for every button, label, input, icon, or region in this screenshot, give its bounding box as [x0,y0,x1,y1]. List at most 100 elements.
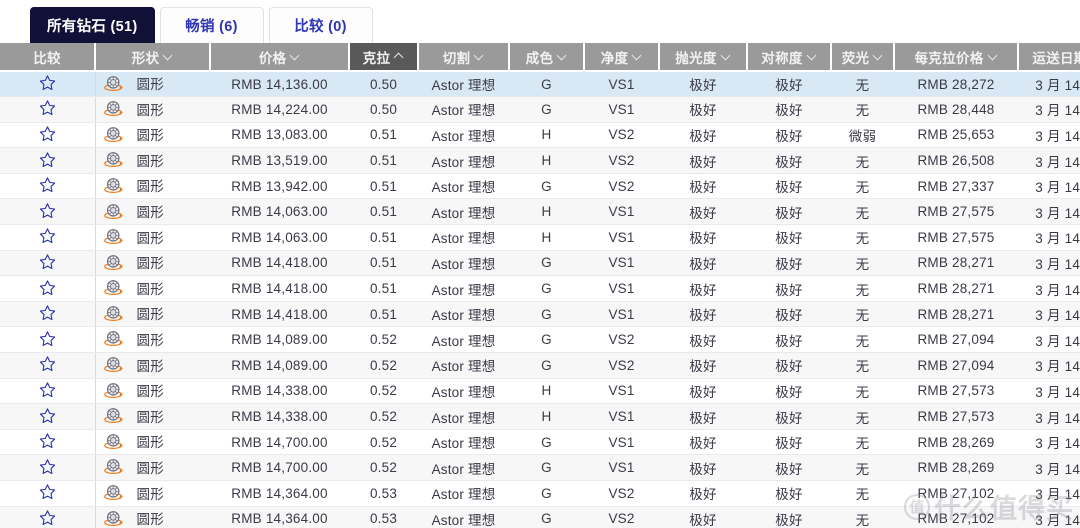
table-row[interactable]: 圆形RMB 14,136.000.50Astor 理想GVS1极好极好无RMB … [0,71,1080,97]
star-outline-icon[interactable] [39,99,56,119]
diamond-360-spin-icon[interactable] [104,203,124,220]
table-row[interactable]: 圆形RMB 14,224.000.50Astor 理想GVS1极好极好无RMB … [0,97,1080,123]
diamond-360-spin-icon[interactable] [104,126,124,143]
column-header-fluorescence[interactable]: 荧光 [831,43,894,71]
star-outline-icon[interactable] [39,151,56,171]
star-outline-icon[interactable] [39,176,56,196]
diamond-360-spin-icon[interactable] [104,458,124,475]
cell-compare[interactable] [0,276,95,302]
column-header-shape[interactable]: 形状 [95,43,210,71]
cell-compare[interactable] [0,97,95,123]
table-row[interactable]: 圆形RMB 13,942.000.51Astor 理想GVS2极好极好无RMB … [0,173,1080,199]
tab-best-sellers[interactable]: 畅销 (6) [160,7,264,43]
table-row[interactable]: 圆形RMB 14,089.000.52Astor 理想GVS2极好极好无RMB … [0,327,1080,353]
table-row[interactable]: 圆形RMB 14,063.000.51Astor 理想HVS1极好极好无RMB … [0,199,1080,225]
cell-compare[interactable] [0,71,95,97]
cell-compare[interactable] [0,327,95,353]
star-outline-icon[interactable] [39,125,56,145]
cell-shape[interactable]: 圆形 [95,225,210,251]
cell-compare[interactable] [0,429,95,455]
cell-compare[interactable] [0,225,95,251]
star-outline-icon[interactable] [39,279,56,299]
star-outline-icon[interactable] [39,432,56,452]
star-outline-icon[interactable] [39,483,56,503]
cell-shape[interactable]: 圆形 [95,481,210,507]
tab-compare[interactable]: 比较 (0) [269,7,373,43]
star-outline-icon[interactable] [39,202,56,222]
diamond-360-spin-icon[interactable] [104,228,124,245]
cell-shape[interactable]: 圆形 [95,97,210,123]
column-header-symmetry[interactable]: 对称度 [747,43,831,71]
cell-compare[interactable] [0,404,95,430]
star-outline-icon[interactable] [39,330,56,350]
diamond-360-spin-icon[interactable] [104,330,124,347]
cell-shape[interactable]: 圆形 [95,71,210,97]
diamond-360-spin-icon[interactable] [104,433,124,450]
table-row[interactable]: 圆形RMB 14,418.000.51Astor 理想GVS1极好极好无RMB … [0,301,1080,327]
cell-shape[interactable]: 圆形 [95,148,210,174]
cell-shape[interactable]: 圆形 [95,276,210,302]
column-header-color[interactable]: 成色 [509,43,584,71]
table-row[interactable]: 圆形RMB 14,364.000.53Astor 理想GVS2极好极好无RMB … [0,481,1080,507]
cell-shape[interactable]: 圆形 [95,199,210,225]
table-row[interactable]: 圆形RMB 14,418.000.51Astor 理想GVS1极好极好无RMB … [0,250,1080,276]
cell-shape[interactable]: 圆形 [95,173,210,199]
column-header-cut[interactable]: 切割 [418,43,509,71]
star-outline-icon[interactable] [39,304,56,324]
column-header-compare[interactable]: 比较 [0,43,95,71]
diamond-360-spin-icon[interactable] [104,407,124,424]
table-row[interactable]: 圆形RMB 14,063.000.51Astor 理想HVS1极好极好无RMB … [0,225,1080,251]
cell-shape[interactable]: 圆形 [95,378,210,404]
cell-compare[interactable] [0,173,95,199]
cell-shape[interactable]: 圆形 [95,353,210,379]
cell-shape[interactable]: 圆形 [95,429,210,455]
star-outline-icon[interactable] [39,253,56,273]
cell-shape[interactable]: 圆形 [95,404,210,430]
column-header-clarity[interactable]: 净度 [584,43,659,71]
table-row[interactable]: 圆形RMB 14,338.000.52Astor 理想HVS1极好极好无RMB … [0,404,1080,430]
table-row[interactable]: 圆形RMB 14,418.000.51Astor 理想GVS1极好极好无RMB … [0,276,1080,302]
diamond-360-spin-icon[interactable] [104,177,124,194]
cell-compare[interactable] [0,199,95,225]
table-row[interactable]: 圆形RMB 14,089.000.52Astor 理想GVS2极好极好无RMB … [0,353,1080,379]
diamond-360-spin-icon[interactable] [104,151,124,168]
cell-compare[interactable] [0,353,95,379]
star-outline-icon[interactable] [39,355,56,375]
cell-shape[interactable]: 圆形 [95,455,210,481]
cell-compare[interactable] [0,506,95,528]
diamond-360-spin-icon[interactable] [104,510,124,527]
star-outline-icon[interactable] [39,407,56,427]
table-row[interactable]: 圆形RMB 13,519.000.51Astor 理想HVS2极好极好无RMB … [0,148,1080,174]
diamond-360-spin-icon[interactable] [104,75,124,92]
column-header-ship_date[interactable]: 运送日期 [1018,43,1080,71]
star-outline-icon[interactable] [39,381,56,401]
star-outline-icon[interactable] [39,227,56,247]
table-row[interactable]: 圆形RMB 13,083.000.51Astor 理想HVS2极好极好微弱RMB… [0,122,1080,148]
column-header-price[interactable]: 价格 [210,43,349,71]
column-header-carat[interactable]: 克拉 [349,43,418,71]
table-row[interactable]: 圆形RMB 14,700.000.52Astor 理想GVS1极好极好无RMB … [0,455,1080,481]
cell-shape[interactable]: 圆形 [95,327,210,353]
cell-shape[interactable]: 圆形 [95,250,210,276]
cell-shape[interactable]: 圆形 [95,301,210,327]
star-outline-icon[interactable] [39,509,56,528]
star-outline-icon[interactable] [39,458,56,478]
cell-compare[interactable] [0,481,95,507]
cell-compare[interactable] [0,250,95,276]
diamond-360-spin-icon[interactable] [104,356,124,373]
diamond-360-spin-icon[interactable] [104,254,124,271]
diamond-360-spin-icon[interactable] [104,305,124,322]
diamond-360-spin-icon[interactable] [104,100,124,117]
cell-compare[interactable] [0,455,95,481]
diamond-360-spin-icon[interactable] [104,382,124,399]
table-row[interactable]: 圆形RMB 14,700.000.52Astor 理想GVS1极好极好无RMB … [0,429,1080,455]
cell-shape[interactable]: 圆形 [95,122,210,148]
table-row[interactable]: 圆形RMB 14,338.000.52Astor 理想HVS1极好极好无RMB … [0,378,1080,404]
cell-shape[interactable]: 圆形 [95,506,210,528]
star-outline-icon[interactable] [39,74,56,94]
table-row[interactable]: 圆形RMB 14,364.000.53Astor 理想GVS2极好极好无RMB … [0,506,1080,528]
cell-compare[interactable] [0,378,95,404]
column-header-price_carat[interactable]: 每克拉价格 [894,43,1018,71]
cell-compare[interactable] [0,148,95,174]
column-header-polish[interactable]: 抛光度 [659,43,747,71]
